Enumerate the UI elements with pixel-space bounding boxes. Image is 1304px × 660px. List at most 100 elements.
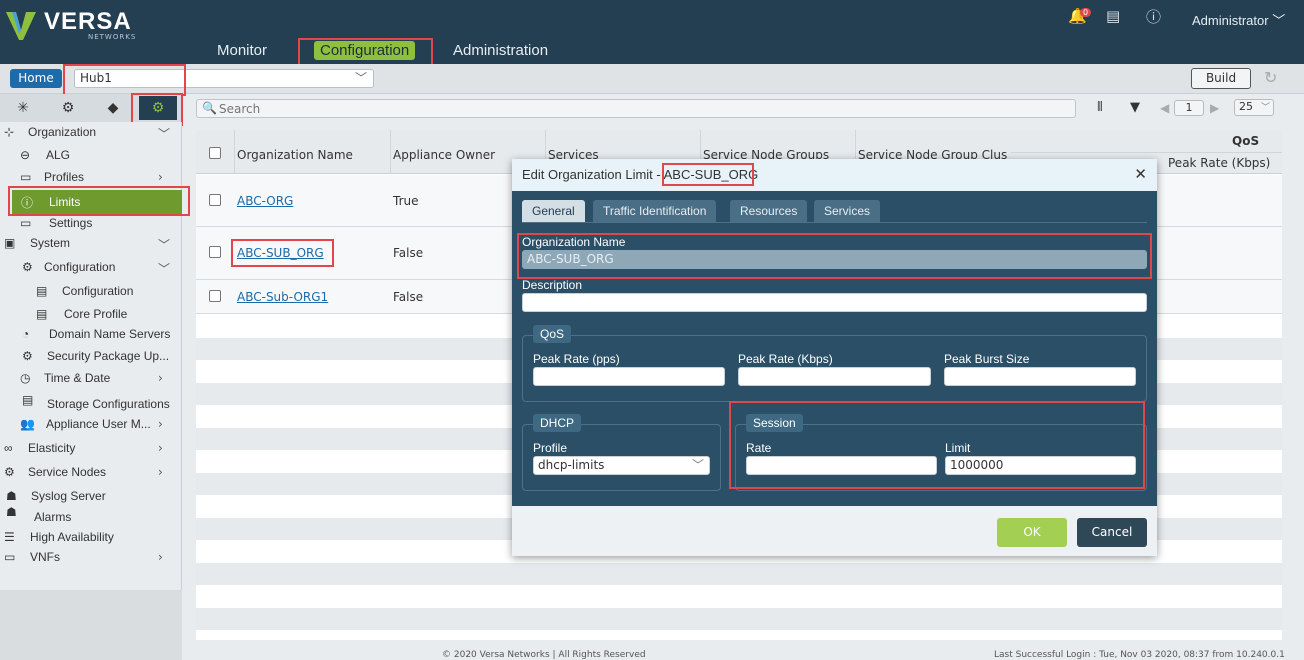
page-size-select[interactable]: 25 ﹀ — [1234, 99, 1274, 116]
user-menu[interactable]: Administrator ﹀ — [1192, 10, 1285, 29]
nav-administration[interactable]: Administration — [453, 42, 548, 59]
refresh-icon[interactable]: ↻ — [1264, 68, 1277, 87]
sitemap-icon: ⊹ — [4, 125, 15, 139]
search-bar[interactable]: 🔍 — [196, 99, 1076, 118]
gear-icon[interactable]: ⚙ — [49, 96, 87, 120]
sidebar-item-ha[interactable]: High Availability — [30, 530, 114, 544]
sidebar-item-elasticity[interactable]: Elasticity — [28, 441, 75, 455]
peak-rate-kbps-label: Peak Rate (Kbps) — [738, 352, 833, 366]
prev-page-icon[interactable]: ◀ — [1160, 101, 1169, 115]
dhcp-profile-select[interactable]: dhcp-limits ﹀ — [533, 456, 710, 475]
highlight-box-org-name — [517, 233, 1152, 279]
service-nodes-icon: ⚙ — [4, 465, 15, 479]
sidebar-item-vnfs[interactable]: VNFs — [30, 550, 60, 564]
build-button[interactable]: Build — [1191, 68, 1251, 89]
filter-icon[interactable]: ▼ — [1130, 100, 1140, 115]
sidebar-item-configuration-sub[interactable]: Configuration — [62, 284, 133, 298]
sidebar-item-security-package[interactable]: Security Package Up... — [47, 349, 169, 363]
elasticity-icon: ∞ — [4, 441, 13, 455]
sidebar-item-syslog[interactable]: Syslog Server — [31, 489, 106, 503]
peak-rate-kbps-field[interactable] — [738, 367, 931, 386]
last-login-text: Last Successful Login : Tue, Nov 03 2020… — [994, 650, 1285, 660]
copyright-text: © 2020 Versa Networks | All Rights Reser… — [442, 650, 646, 660]
col-divider — [390, 130, 391, 174]
col-header-org-name[interactable]: Organization Name — [237, 148, 353, 162]
dialog-title-prefix: Edit Organization Limit - — [522, 167, 664, 182]
sidebar-item-appliance-user[interactable]: Appliance User M... — [46, 417, 151, 431]
chevron-down-icon: ﹀ — [1260, 103, 1270, 113]
sidebar-item-configuration[interactable]: Configuration — [44, 260, 115, 274]
highlight-box-appliance — [63, 64, 186, 96]
network-icon[interactable]: ✳ — [4, 96, 42, 120]
page-input[interactable]: 1 — [1174, 100, 1204, 116]
footer: © 2020 Versa Networks | All Rights Reser… — [182, 650, 1304, 660]
home-button[interactable]: Home — [10, 69, 62, 88]
nav-monitor[interactable]: Monitor — [217, 42, 267, 59]
nav-configuration[interactable]: Configuration — [314, 41, 416, 60]
chevron-down-icon[interactable]: ﹀ — [158, 236, 170, 253]
chevron-right-icon[interactable]: › — [158, 371, 163, 385]
tab-resources[interactable]: Resources — [730, 200, 808, 222]
col-header-appliance-owner[interactable]: Appliance Owner — [393, 148, 495, 162]
peak-burst-size-field[interactable] — [944, 367, 1136, 386]
page-size-value: 25 — [1239, 100, 1253, 113]
org-name-link[interactable]: ABC-ORG — [237, 194, 293, 208]
dhcp-profile-label: Profile — [533, 441, 568, 455]
chevron-down-icon: ﹀ — [1272, 13, 1286, 28]
dhcp-legend: DHCP — [533, 414, 582, 432]
tab-general[interactable]: General — [522, 200, 585, 222]
chevron-right-icon[interactable]: › — [158, 465, 163, 479]
chevron-right-icon[interactable]: › — [158, 417, 163, 431]
cancel-button[interactable]: Cancel — [1077, 518, 1147, 547]
sidebar-item-settings[interactable]: Settings — [49, 216, 92, 230]
row-checkbox[interactable] — [209, 290, 221, 302]
cube-icon[interactable]: ◆ — [94, 96, 132, 120]
brand-subtitle: NETWORKS — [88, 33, 137, 41]
row-checkbox[interactable] — [209, 246, 221, 258]
select-all-checkbox[interactable] — [209, 147, 221, 159]
row-checkbox[interactable] — [209, 194, 221, 206]
peak-rate-pps-field[interactable] — [533, 367, 725, 386]
chevron-down-icon[interactable]: ﹀ — [158, 260, 170, 277]
info-icon[interactable]: ⓘ — [1146, 6, 1161, 27]
document-icon[interactable]: ▤ — [1106, 7, 1120, 25]
peak-burst-size-label: Peak Burst Size — [944, 352, 1030, 366]
tab-divider — [522, 222, 1147, 223]
storage-icon: ▤ — [22, 393, 34, 407]
appliance-owner-cell: False — [393, 290, 424, 304]
sidebar-item-alarms[interactable]: Alarms — [34, 510, 71, 524]
tab-services[interactable]: Services — [814, 200, 881, 222]
org-name-link[interactable]: ABC-Sub-ORG1 — [237, 290, 328, 304]
col-header-peak-rate-kbps[interactable]: Peak Rate (Kbps) — [1168, 156, 1270, 170]
chevron-right-icon[interactable]: › — [158, 550, 163, 564]
chevron-down-icon[interactable]: ﹀ — [158, 125, 170, 142]
tab-traffic-identification[interactable]: Traffic Identification — [593, 200, 717, 222]
sidebar-item-service-nodes[interactable]: Service Nodes — [28, 465, 106, 479]
vnf-icon: ▭ — [4, 550, 16, 564]
sidebar-item-dns[interactable]: Domain Name Servers — [49, 327, 170, 341]
sidebar-item-core-profile[interactable]: Core Profile — [64, 307, 127, 321]
sidebar-item-system[interactable]: System — [30, 236, 70, 250]
chevron-right-icon[interactable]: › — [158, 170, 163, 184]
chevron-right-icon[interactable]: › — [158, 441, 163, 455]
next-page-icon[interactable]: ▶ — [1210, 101, 1219, 115]
sidebar-item-profiles[interactable]: Profiles — [44, 170, 84, 184]
ok-button[interactable]: OK — [997, 518, 1067, 547]
chevron-down-icon: ﹀ — [691, 458, 704, 472]
sidebar-item-time-date[interactable]: Time & Date — [44, 371, 110, 385]
alarm-icon: ☗ — [6, 505, 17, 519]
description-field[interactable] — [522, 293, 1147, 312]
user-name: Administrator — [1192, 13, 1269, 28]
dialog-header: Edit Organization Limit - ABC-SUB_ORG ✕ — [512, 159, 1157, 191]
chevron-down-icon: ﹀ — [354, 71, 367, 85]
sidebar-footer-area — [0, 590, 182, 660]
col-divider — [1011, 152, 1282, 153]
system-icon: ▣ — [4, 236, 16, 250]
sidebar-item-organization[interactable]: Organization — [28, 125, 96, 139]
sidebar-item-storage[interactable]: Storage Configurations — [47, 397, 170, 411]
close-icon[interactable]: ✕ — [1134, 165, 1147, 183]
sidebar-item-alg[interactable]: ALG — [46, 148, 70, 162]
columns-icon[interactable]: ⦀ — [1097, 100, 1103, 115]
notification-badge: 0 — [1080, 8, 1092, 17]
search-input[interactable] — [219, 101, 1059, 116]
